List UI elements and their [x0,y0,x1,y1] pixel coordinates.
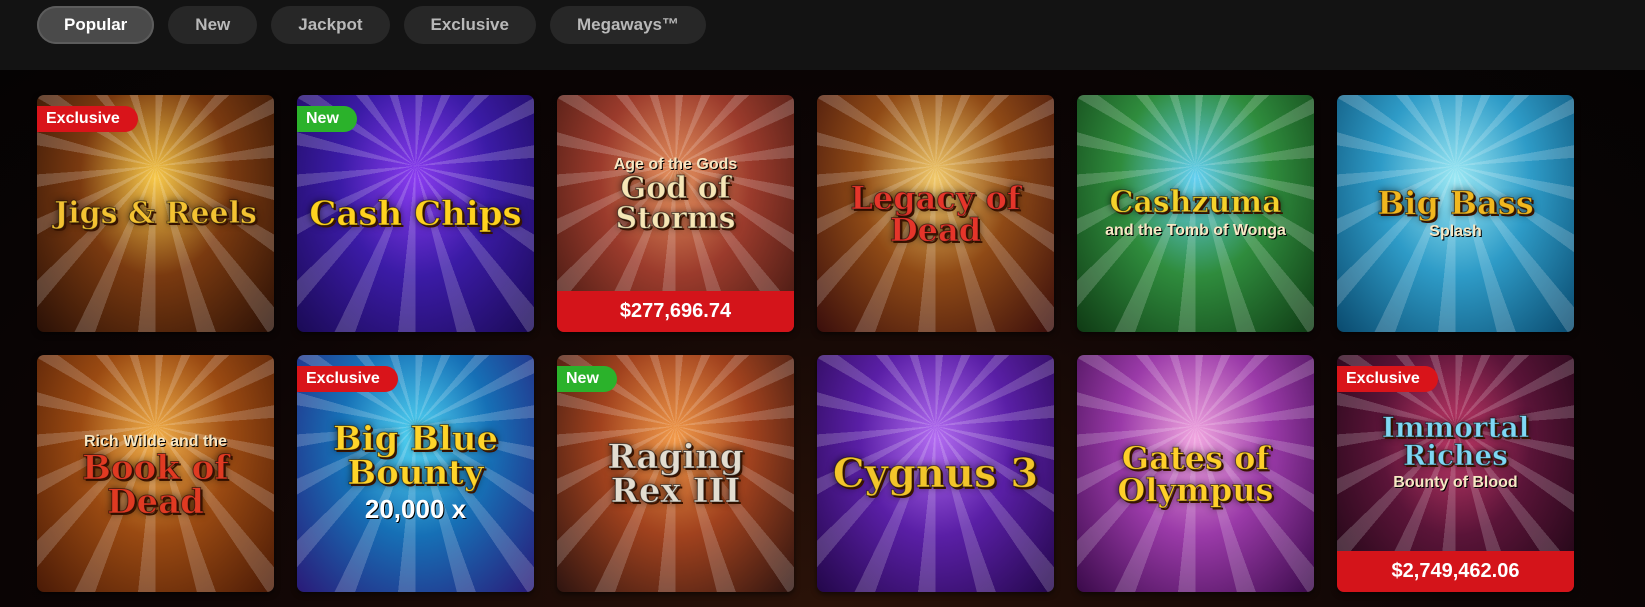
games-section: Jigs & Reels Exclusive Cash Chips New Age of… [0,70,1645,607]
game-title: Raging Rex III [607,436,744,511]
game-tile-cygnus-3[interactable]: Cygnus 3 [817,355,1054,592]
exclusive-badge: Exclusive [1337,366,1438,392]
game-title: Cygnus 3 [832,449,1039,497]
game-title: Big Blue Bounty [332,419,499,493]
tab-popular[interactable]: Popular [37,6,155,44]
game-title: Big Bass [1377,183,1535,222]
game-tile-cashzuma[interactable]: Cashzuma and the Tomb of Wonga [1077,95,1314,332]
tab-new[interactable]: New [168,6,258,44]
filter-tabs: Popular New Jackpot Exclusive Megaways™ [37,6,707,44]
game-title: Immortal Riches [1381,411,1530,472]
game-logo: Cashzuma and the Tomb of Wonga [1077,95,1314,332]
game-title: Book of Dead [82,447,230,522]
game-title: Cashzuma [1109,184,1282,220]
game-title: Legacy of Dead [850,178,1021,249]
game-tile-book-of-dead[interactable]: Rich Wilde and the Book of Dead [37,355,274,592]
game-subtitle: Bounty of Blood [1393,474,1518,491]
exclusive-badge: Exclusive [297,366,398,392]
game-logo: Cygnus 3 [817,355,1054,592]
game-grid: Jigs & Reels Exclusive Cash Chips New Age of… [37,95,1574,592]
game-logo: Age of the Gods God of Storms [557,95,794,291]
jackpot-amount: $277,696.74 [557,291,794,332]
game-tile-gates-of-olympus[interactable]: Gates of Olympus [1077,355,1314,592]
game-tile-raging-rex-3[interactable]: Raging Rex III New [557,355,794,592]
game-subtitle: 20,000 x [364,494,467,524]
game-subtitle: Splash [1429,222,1482,240]
game-tile-big-bass-splash[interactable]: Big Bass Splash [1337,95,1574,332]
game-tile-cash-chips[interactable]: Cash Chips New [297,95,534,332]
game-logo: Rich Wilde and the Book of Dead [37,355,274,592]
new-badge: New [297,106,357,132]
game-tile-big-blue-bounty[interactable]: Big Blue Bounty 20,000 x Exclusive [297,355,534,592]
game-tile-immortal-riches[interactable]: Immortal Riches Bounty of Blood Exclusive $… [1337,355,1574,592]
game-tile-jigs-and-reels[interactable]: Jigs & Reels Exclusive [37,95,274,332]
exclusive-badge: Exclusive [37,106,138,132]
new-badge: New [557,366,617,392]
game-title: God of Storms [615,171,736,236]
tab-megaways[interactable]: Megaways™ [549,6,707,44]
tab-jackpot[interactable]: Jackpot [271,6,390,44]
game-logo: Gates of Olympus [1077,355,1314,592]
game-title: Gates of Olympus [1117,438,1274,509]
jackpot-amount: $2,749,462.06 [1337,551,1574,592]
game-title: Cash Chips [309,193,522,234]
game-tile-legacy-of-dead[interactable]: Legacy of Dead [817,95,1054,332]
category-filter-bar: Popular New Jackpot Exclusive Megaways™ [0,0,1645,70]
game-tile-god-of-storms[interactable]: Age of the Gods God of Storms $277,696.74 [557,95,794,332]
game-subtitle: and the Tomb of Wonga [1105,221,1286,239]
game-title: Jigs & Reels [54,195,258,231]
game-logo: Big Bass Splash [1337,95,1574,332]
tab-exclusive[interactable]: Exclusive [403,6,536,44]
game-logo: Legacy of Dead [817,95,1054,332]
